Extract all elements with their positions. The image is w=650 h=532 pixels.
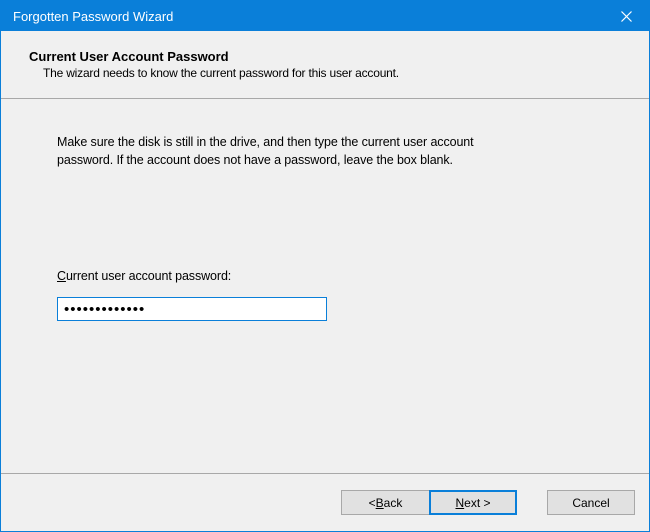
instruction-text: Make sure the disk is still in the drive… [57, 133, 527, 169]
wizard-content: Make sure the disk is still in the drive… [1, 99, 649, 473]
wizard-window: Forgotten Password Wizard Current User A… [0, 0, 650, 532]
window-title: Forgotten Password Wizard [13, 9, 604, 24]
back-button[interactable]: < Back [341, 490, 429, 515]
wizard-header: Current User Account Password The wizard… [1, 31, 649, 99]
wizard-header-subtitle: The wizard needs to know the current pas… [29, 66, 639, 80]
password-label: Current user account password: [57, 269, 593, 283]
nav-button-group: < Back Next > [341, 490, 517, 515]
wizard-header-title: Current User Account Password [29, 49, 639, 64]
close-icon [621, 11, 632, 22]
close-button[interactable] [604, 1, 649, 31]
titlebar: Forgotten Password Wizard [1, 1, 649, 31]
next-button[interactable]: Next > [429, 490, 517, 515]
button-bar: < Back Next > Cancel [1, 473, 649, 531]
password-field-block: Current user account password: [57, 269, 593, 321]
password-input[interactable] [57, 297, 327, 321]
cancel-button[interactable]: Cancel [547, 490, 635, 515]
